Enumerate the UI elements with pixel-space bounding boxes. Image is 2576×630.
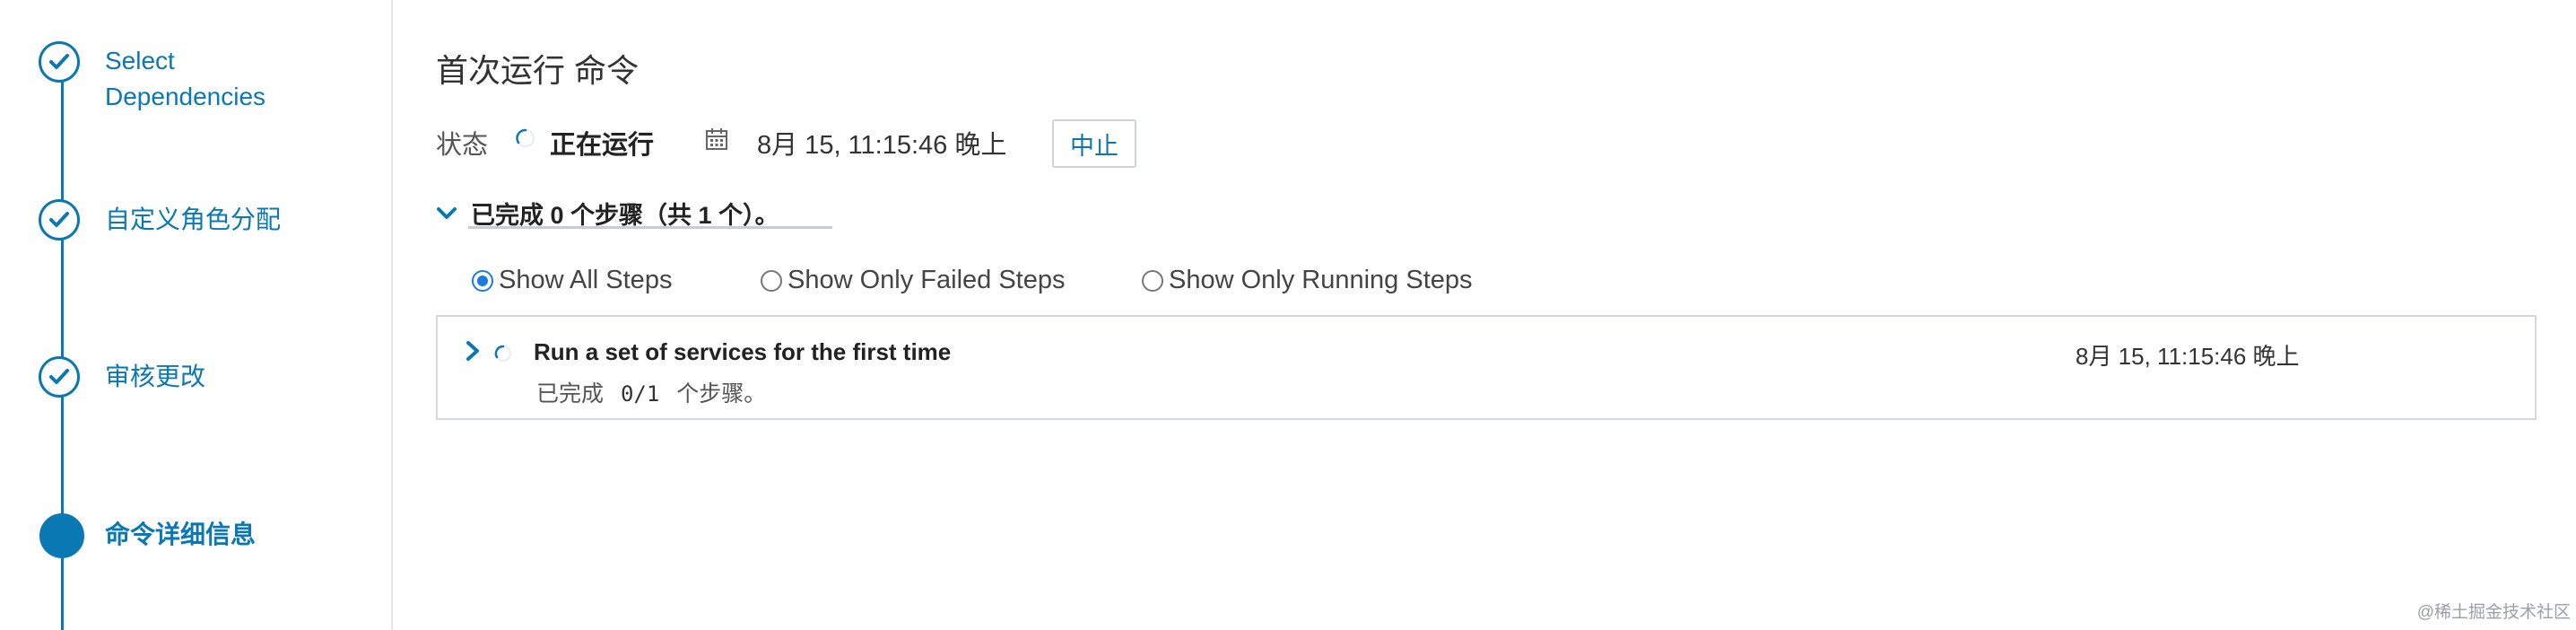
progress-prefix: 已完成 <box>536 381 605 407</box>
command-step-progress: 已完成 0/1 个步骤。 <box>536 376 766 408</box>
wizard-sidebar: Select Dependencies 自定义角色分配 审核更改 命令详细信息 <box>0 0 393 630</box>
calendar-icon <box>706 128 727 150</box>
command-steps-list: Run a set of services for the first time… <box>436 315 2537 420</box>
chevron-right-icon[interactable] <box>463 340 483 362</box>
command-step-time: 8月 15, 11:15:46 晚上 <box>2076 343 2300 370</box>
spinner-icon <box>516 128 535 148</box>
status-row: 状态 正在运行 8月 15, 11:15:46 晚上 中止 <box>436 117 1243 171</box>
radio-button[interactable] <box>472 269 493 292</box>
filter-label: Show Only Running Steps <box>1169 266 1473 294</box>
radio-button[interactable] <box>1142 269 1163 292</box>
command-details-panel: 首次运行 命令 状态 正在运行 8月 15, 11:15:46 晚上 中止 已完… <box>436 0 2576 630</box>
wizard-step-label: Select <box>105 47 175 74</box>
command-start-time: 8月 15, 11:15:46 晚上 <box>757 131 1007 160</box>
wizard-step-label: 审核更改 <box>105 363 206 390</box>
command-step-title: Run a set of services for the first time <box>534 338 952 365</box>
filter-show-all-steps[interactable]: Show All Steps <box>472 266 672 295</box>
filter-show-failed-steps[interactable]: Show Only Failed Steps <box>761 266 1065 295</box>
radio-button[interactable] <box>761 269 782 292</box>
wizard-step-label: Dependencies <box>105 83 266 110</box>
status-value: 正在运行 <box>550 131 655 160</box>
chevron-down-icon <box>437 207 457 219</box>
filter-label: Show Only Failed Steps <box>788 266 1066 294</box>
steps-summary-toggle[interactable]: 已完成 0 个步骤（共 1 个）。 <box>436 196 902 232</box>
spinner-icon <box>494 345 512 363</box>
page-title: 首次运行 命令 <box>436 52 640 89</box>
step-filter-group: Show All Steps Show Only Failed Steps Sh… <box>472 266 1548 305</box>
check-icon <box>39 356 80 398</box>
active-step-indicator <box>39 513 84 558</box>
check-icon <box>39 199 80 241</box>
summary-underline <box>468 226 832 229</box>
status-label: 状态 <box>436 131 489 160</box>
abort-button[interactable]: 中止 <box>1052 119 1136 168</box>
progress-suffix: 个步骤。 <box>676 381 767 407</box>
filter-show-running-steps[interactable]: Show Only Running Steps <box>1142 266 1473 295</box>
filter-label: Show All Steps <box>499 266 673 294</box>
progress-count: 0/1 <box>620 381 660 407</box>
wizard-step-label: 自定义角色分配 <box>105 206 282 233</box>
check-icon <box>39 41 80 83</box>
watermark: @稀土掘金技术社区 <box>2416 603 2571 622</box>
wizard-step-label: 命令详细信息 <box>105 521 257 548</box>
